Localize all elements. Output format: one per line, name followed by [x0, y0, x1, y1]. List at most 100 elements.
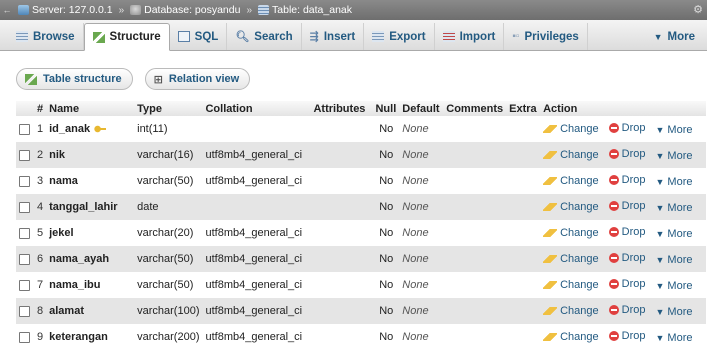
header-collation: Collation — [202, 101, 311, 116]
field-comments — [443, 194, 507, 220]
header-name[interactable]: Name — [46, 101, 135, 116]
field-collation: utf8mb4_general_ci — [202, 220, 311, 246]
tab-export[interactable]: Export — [364, 23, 435, 50]
drop-icon — [608, 201, 619, 211]
drop-icon — [608, 279, 619, 289]
pencil-icon — [543, 203, 558, 211]
change-button[interactable]: Change — [543, 175, 599, 187]
field-default: None — [399, 142, 444, 168]
tab-structure[interactable]: Structure — [83, 23, 170, 51]
field-name: jekel — [49, 227, 74, 239]
field-extra — [506, 272, 541, 298]
tab-import[interactable]: Import — [435, 23, 505, 50]
drop-icon — [608, 227, 619, 237]
table-row: 3 nama varchar(50) utf8mb4_general_ci No None… — [16, 168, 706, 194]
field-name-cell: nama_ayah — [46, 246, 135, 272]
header-select — [16, 101, 34, 116]
field-null: No — [372, 272, 400, 298]
change-button[interactable]: Change — [543, 253, 599, 265]
more-button[interactable]: ▼ More — [656, 202, 693, 214]
drop-button[interactable]: Drop — [608, 226, 646, 238]
breadcrumb-table[interactable]: Table: data_anak — [254, 4, 356, 16]
drop-icon — [608, 123, 619, 133]
field-comments — [443, 298, 507, 324]
field-extra — [506, 116, 541, 142]
row-checkbox-cell — [16, 194, 34, 220]
change-button[interactable]: Change — [543, 149, 599, 161]
drop-button[interactable]: Drop — [608, 252, 646, 264]
header-num: # — [34, 101, 47, 116]
field-null: No — [372, 246, 400, 272]
drop-button[interactable]: Drop — [608, 200, 646, 212]
more-button[interactable]: ▼ More — [656, 254, 693, 266]
chevron-down-icon: ▼ — [653, 31, 663, 42]
change-button[interactable]: Change — [543, 305, 599, 317]
row-checkbox[interactable] — [19, 253, 30, 265]
field-extra — [506, 194, 541, 220]
drop-button[interactable]: Drop — [608, 330, 646, 342]
field-null: No — [372, 194, 400, 220]
field-attributes — [310, 324, 373, 350]
breadcrumb-database[interactable]: Database: posyandu — [126, 4, 244, 16]
collapse-arrow-icon[interactable]: ← — [0, 5, 14, 15]
database-icon — [130, 5, 142, 15]
tab-more[interactable]: ▼ More — [646, 23, 703, 50]
change-button[interactable]: Change — [543, 123, 599, 135]
table-structure-button[interactable]: Table structure — [16, 68, 133, 90]
table-row: 9 keterangan varchar(200) utf8mb4_general_c… — [16, 324, 706, 350]
drop-button[interactable]: Drop — [608, 148, 646, 160]
chevron-down-icon: ▼ — [655, 255, 665, 265]
table-row: 2 nik varchar(16) utf8mb4_general_ci No None C… — [16, 142, 706, 168]
row-checkbox[interactable] — [19, 123, 30, 135]
change-button[interactable]: Change — [543, 201, 599, 213]
change-button[interactable]: Change — [543, 279, 599, 291]
field-collation: utf8mb4_general_ci — [202, 298, 311, 324]
drop-button[interactable]: Drop — [608, 304, 646, 316]
more-button[interactable]: ▼ More — [656, 280, 693, 292]
field-extra — [506, 142, 541, 168]
tab-insert[interactable]: ⇶ Insert — [302, 23, 365, 50]
breadcrumb-server[interactable]: Server: 127.0.0.1 — [14, 4, 117, 16]
more-button[interactable]: ▼ More — [656, 124, 693, 136]
drop-button[interactable]: Drop — [608, 122, 646, 134]
row-checkbox[interactable] — [19, 279, 30, 291]
more-button[interactable]: ▼ More — [656, 176, 693, 188]
row-num: 8 — [34, 298, 47, 324]
field-name: nik — [49, 149, 66, 161]
header-default: Default — [399, 101, 444, 116]
more-button[interactable]: ▼ More — [656, 306, 693, 318]
tab-search[interactable]: 🔍︎ Search — [227, 23, 302, 50]
relation-view-button[interactable]: ⊞ Relation view — [144, 68, 251, 90]
pencil-icon — [543, 125, 558, 133]
table-icon — [258, 5, 270, 15]
pencil-icon — [543, 229, 558, 237]
drop-button[interactable]: Drop — [608, 278, 646, 290]
field-name: id_anak — [49, 123, 91, 135]
field-name: nama — [49, 175, 78, 187]
field-comments — [443, 168, 507, 194]
row-checkbox[interactable] — [19, 305, 30, 317]
row-checkbox[interactable] — [19, 331, 30, 343]
field-collation: utf8mb4_general_ci — [202, 272, 311, 298]
more-button[interactable]: ▼ More — [656, 332, 693, 344]
more-button[interactable]: ▼ More — [656, 150, 693, 162]
chevron-down-icon: ▼ — [655, 333, 665, 343]
row-num: 4 — [34, 194, 47, 220]
row-checkbox[interactable] — [19, 227, 30, 239]
tab-browse[interactable]: Browse — [8, 23, 84, 50]
row-checkbox-cell — [16, 142, 34, 168]
drop-button[interactable]: Drop — [608, 174, 646, 186]
row-checkbox[interactable] — [19, 175, 30, 187]
tab-sql[interactable]: SQL — [170, 23, 228, 50]
settings-gear-icon[interactable]: ⚙ — [693, 3, 703, 16]
field-collation — [202, 116, 311, 142]
change-button[interactable]: Change — [543, 227, 599, 239]
row-checkbox[interactable] — [19, 201, 30, 213]
row-checkbox[interactable] — [19, 149, 30, 161]
tab-privileges[interactable]: ▪▫ Privileges — [504, 23, 588, 50]
more-button[interactable]: ▼ More — [656, 228, 693, 240]
table-row: 6 nama_ayah varchar(50) utf8mb4_general_ci N… — [16, 246, 706, 272]
field-comments — [443, 246, 507, 272]
change-button[interactable]: Change — [543, 331, 599, 343]
field-extra — [506, 298, 541, 324]
